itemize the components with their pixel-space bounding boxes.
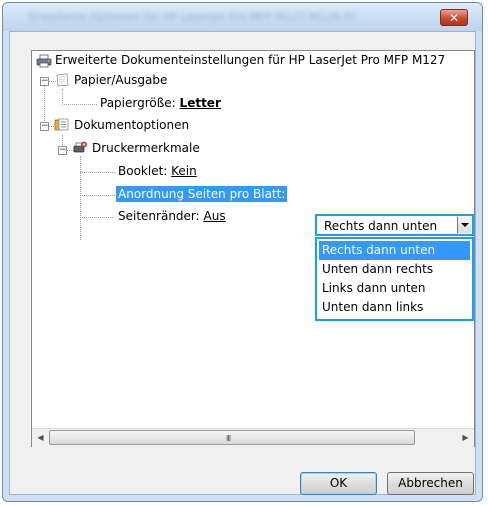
margins-label: Seitenränder: [118, 209, 204, 223]
dropdown-option[interactable]: Links dann unten [319, 279, 470, 298]
ok-button[interactable]: OK [300, 472, 377, 495]
printer-icon [36, 54, 52, 68]
window-title: Erweiterte Optionen für HP LaserJet Pro … [29, 10, 359, 23]
horizontal-scrollbar[interactable]: ◀ III ▶ [32, 428, 474, 447]
paper-size-value[interactable]: Letter [180, 96, 221, 110]
scroll-right-icon[interactable]: ▶ [457, 429, 474, 446]
scrollbar-thumb[interactable]: III [49, 430, 415, 445]
expander-paper-output[interactable]: − [40, 77, 49, 86]
tree-item-paper-output[interactable]: Papier/Ausgabe [74, 73, 167, 87]
tree-item-printer-features[interactable]: Druckermerkmale [92, 141, 200, 155]
booklet-label: Booklet: [118, 164, 172, 178]
tree-connector [80, 172, 115, 173]
cancel-button[interactable]: Abbrechen [387, 472, 474, 495]
scroll-left-icon[interactable]: ◀ [32, 429, 49, 446]
dropdown-option[interactable]: Unten dann rechts [319, 260, 470, 279]
dropdown-option[interactable]: Unten dann links [319, 298, 470, 317]
tree-item-booklet[interactable]: Booklet: Kein [118, 164, 197, 178]
tree-connector [80, 156, 81, 240]
dropdown-option[interactable]: Rechts dann unten [319, 241, 470, 260]
title-bar[interactable]: Erweiterte Optionen für HP LaserJet Pro … [3, 3, 482, 31]
expander-printer-features[interactable]: − [58, 146, 67, 155]
dialog-client-area: Erweiterte Dokumenteinstellungen für HP … [9, 31, 476, 495]
tree-connector [62, 89, 63, 105]
tree-item-paper-size[interactable]: Papiergröße: Letter [100, 96, 221, 110]
printer-features-icon [73, 141, 87, 153]
combobox-selected-value: Rechts dann unten [324, 219, 438, 233]
documents-icon [54, 118, 69, 131]
tree-connector [80, 195, 115, 196]
tree-connector [80, 217, 115, 218]
expander-document-options[interactable]: − [40, 122, 49, 131]
tree-item-document-options[interactable]: Dokumentoptionen [74, 118, 189, 132]
tree-root-label[interactable]: Erweiterte Dokumenteinstellungen für HP … [55, 53, 445, 67]
tree-item-pages-per-sheet-order[interactable]: Anordnung Seiten pro Blatt: [116, 186, 288, 202]
booklet-value[interactable]: Kein [171, 164, 197, 178]
dialog-window: Erweiterte Optionen für HP LaserJet Pro … [2, 2, 483, 502]
chevron-down-icon[interactable] [457, 217, 471, 233]
scrollbar-grip-icon: III [226, 434, 231, 443]
paper-size-label: Papiergröße: [100, 96, 180, 110]
paper-icon [56, 73, 69, 87]
tree-item-page-margins[interactable]: Seitenränder: Aus [118, 209, 226, 223]
pages-order-combobox[interactable]: Rechts dann unten [315, 214, 474, 236]
tree-connector [62, 104, 97, 105]
close-button[interactable]: ✕ [440, 9, 468, 26]
pages-order-dropdown-list[interactable]: Rechts dann unten Unten dann rechts Link… [315, 237, 474, 321]
margins-value[interactable]: Aus [204, 209, 226, 223]
